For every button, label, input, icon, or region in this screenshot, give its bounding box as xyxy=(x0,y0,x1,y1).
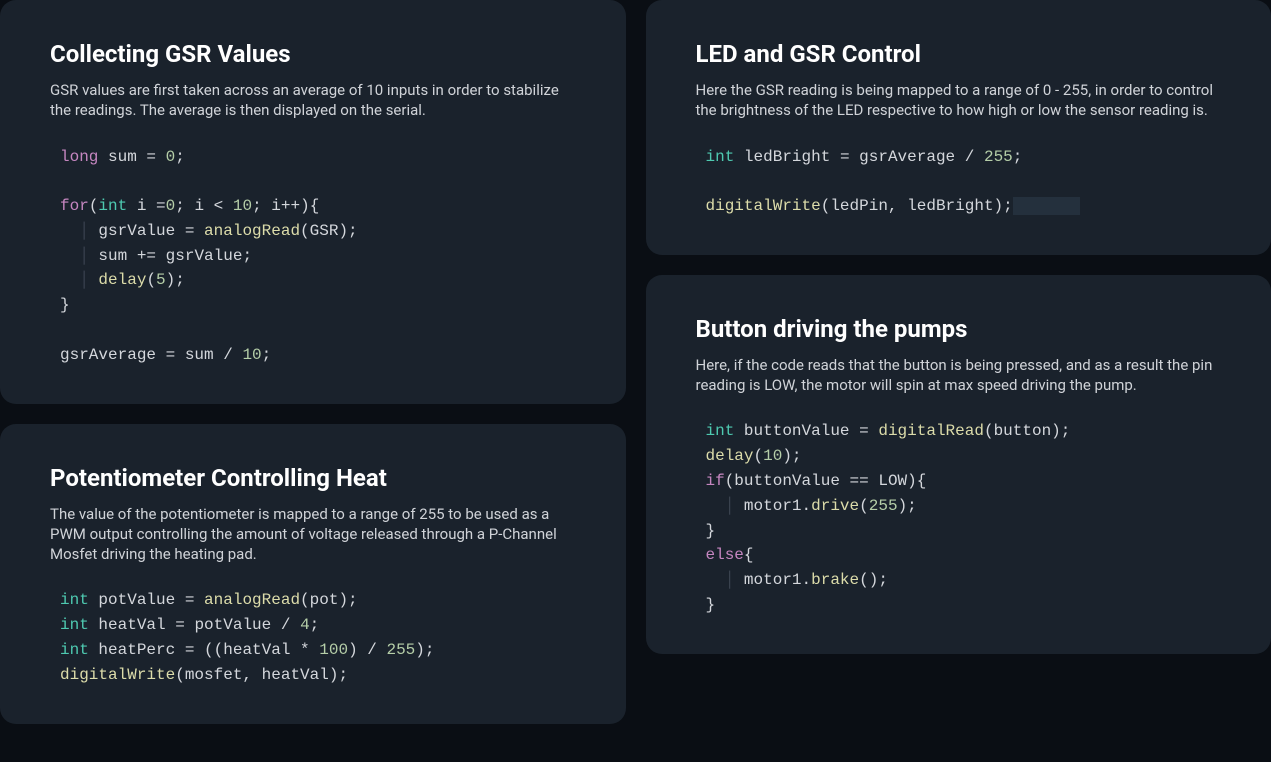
right-column: LED and GSR Control Here the GSR reading… xyxy=(646,0,1271,762)
card-title: Button driving the pumps xyxy=(696,315,1222,343)
card-button: Button driving the pumps Here, if the co… xyxy=(646,275,1271,654)
card-desc: Here the GSR reading is being mapped to … xyxy=(696,80,1222,121)
card-pot: Potentiometer Controlling Heat The value… xyxy=(0,424,626,724)
card-desc: GSR values are first taken across an ave… xyxy=(50,80,576,121)
code-block: int buttonValue = digitalRead(button); d… xyxy=(706,419,1222,617)
code-block: long sum = 0; for(int i =0; i < 10; i++)… xyxy=(60,145,576,368)
code-block: int ledBright = gsrAverage / 255; digita… xyxy=(706,145,1222,219)
card-gsr: Collecting GSR Values GSR values are fir… xyxy=(0,0,626,404)
left-column: Collecting GSR Values GSR values are fir… xyxy=(0,0,626,762)
card-led: LED and GSR Control Here the GSR reading… xyxy=(646,0,1271,255)
card-title: Potentiometer Controlling Heat xyxy=(50,464,576,492)
card-title: LED and GSR Control xyxy=(696,40,1222,68)
code-block: int potValue = analogRead(pot); int heat… xyxy=(60,588,576,687)
card-title: Collecting GSR Values xyxy=(50,40,576,68)
card-desc: The value of the potentiometer is mapped… xyxy=(50,504,576,565)
card-desc: Here, if the code reads that the button … xyxy=(696,355,1222,396)
